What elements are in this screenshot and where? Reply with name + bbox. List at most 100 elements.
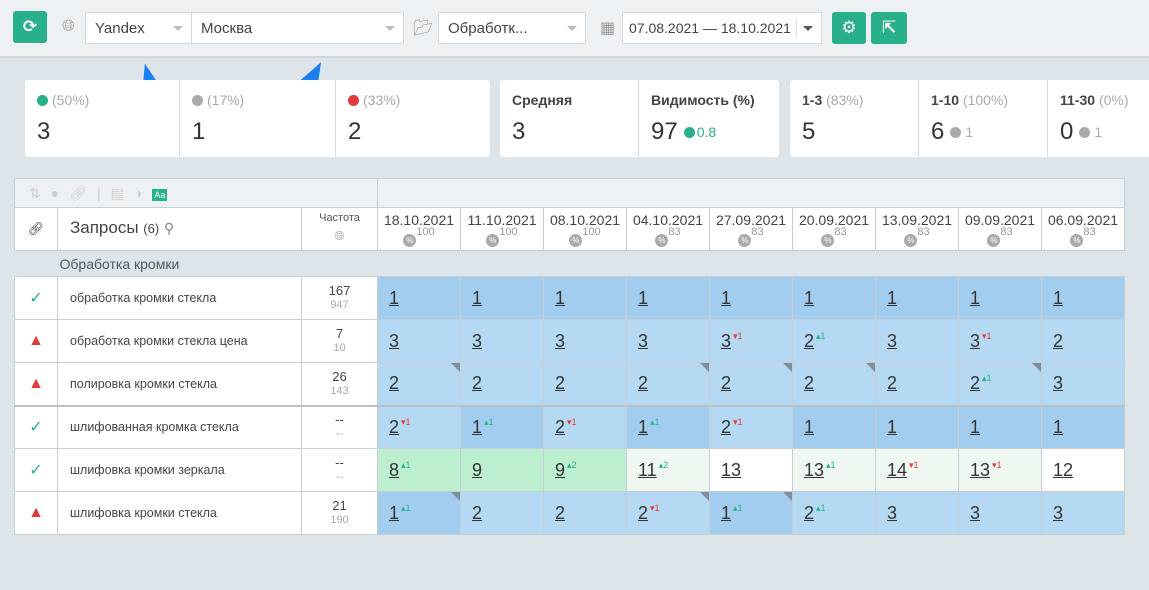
position-link[interactable]: 14	[887, 460, 907, 480]
query-cell[interactable]: обработка кромки стекла	[57, 276, 302, 320]
position-link[interactable]: 1	[804, 288, 814, 308]
date-column-header[interactable]: 08.10.2021 %100	[543, 207, 627, 251]
date-column-header[interactable]: 27.09.2021 %83	[709, 207, 793, 251]
link-icon[interactable]: 🔗︎	[69, 185, 97, 201]
position-link[interactable]: 2	[804, 503, 814, 523]
position-link[interactable]: 8	[389, 460, 399, 480]
position-link[interactable]: 1	[389, 503, 399, 523]
position-link[interactable]: 1	[804, 417, 814, 437]
status-cell: ▲	[14, 362, 58, 406]
position-link[interactable]: 1	[721, 503, 731, 523]
query-cell[interactable]: обработка кромки стекла цена	[57, 319, 302, 363]
note-marker[interactable]	[1032, 363, 1041, 372]
position-link[interactable]: 9	[555, 460, 565, 480]
position-link[interactable]: 1	[472, 288, 482, 308]
position-link[interactable]: 3	[638, 331, 648, 351]
position-link[interactable]: 2	[638, 503, 648, 523]
position-link[interactable]: 3	[472, 331, 482, 351]
position-link[interactable]: 2	[472, 373, 482, 393]
position-link[interactable]: 1	[1053, 417, 1063, 437]
frequency-exact: 190	[330, 514, 349, 526]
note-marker[interactable]	[783, 492, 792, 501]
position-link[interactable]: 2	[389, 417, 399, 437]
position-link[interactable]: 2	[970, 373, 980, 393]
sort-icon[interactable]: ⇅	[29, 185, 51, 201]
position-link[interactable]: 3	[887, 503, 897, 523]
position-link[interactable]: 3	[1053, 373, 1063, 393]
position-link[interactable]: 2	[721, 373, 731, 393]
note-marker[interactable]	[451, 492, 460, 501]
position-cell: 9	[460, 448, 544, 492]
position-link[interactable]: 2	[721, 417, 731, 437]
position-link[interactable]: 1	[472, 417, 482, 437]
queries-header[interactable]: Запросы (6) ⚲	[57, 207, 302, 251]
note-marker[interactable]	[700, 492, 709, 501]
position-link[interactable]: 1	[970, 417, 980, 437]
date-column-header[interactable]: 06.09.2021 %83	[1041, 207, 1125, 251]
minus-circle-icon	[192, 95, 203, 106]
position-link[interactable]: 1	[389, 288, 399, 308]
position-cell: 2	[460, 362, 544, 406]
position-link[interactable]: 3	[721, 331, 731, 351]
date-column-header[interactable]: 18.10.2021 %100	[377, 207, 461, 251]
query-cell[interactable]: шлифовка кромки зеркала	[57, 448, 302, 492]
date-column-header[interactable]: 13.09.2021 %83	[875, 207, 959, 251]
position-link[interactable]: 1	[970, 288, 980, 308]
position-link[interactable]: 13	[970, 460, 990, 480]
note-marker[interactable]	[866, 363, 875, 372]
position-link[interactable]: 2	[555, 373, 565, 393]
position-link[interactable]: 2	[638, 373, 648, 393]
date-column-header[interactable]: 09.09.2021 %83	[958, 207, 1042, 251]
note-marker[interactable]	[700, 363, 709, 372]
calculator-icon[interactable]: ▤	[111, 185, 134, 201]
position-link[interactable]: 3	[1053, 503, 1063, 523]
position-link[interactable]: 2	[1053, 331, 1063, 351]
position-link[interactable]: 2	[555, 417, 565, 437]
position-link[interactable]: 1	[887, 288, 897, 308]
position-link[interactable]: 1	[721, 288, 731, 308]
query-cell[interactable]: шлифованная кромка стекла	[57, 404, 302, 449]
date-column-header[interactable]: 04.10.2021 %83	[626, 207, 710, 251]
position-link[interactable]: 3	[389, 331, 399, 351]
position-cell: 2	[626, 362, 710, 406]
search-icon[interactable]: ⚲	[164, 220, 174, 236]
percent-icon: %	[821, 234, 835, 247]
position-link[interactable]: 13	[721, 460, 741, 480]
position-link[interactable]: 9	[472, 460, 482, 480]
position-link[interactable]: 3	[970, 331, 980, 351]
date-column-header[interactable]: 11.10.2021 %100	[460, 207, 544, 251]
position-cell: 3	[377, 319, 461, 363]
query-cell[interactable]: полировка кромки стекла	[57, 362, 302, 406]
query-cell[interactable]: шлифовка кромки стекла	[57, 491, 302, 535]
position-link[interactable]: 2	[555, 503, 565, 523]
frequency-exact: --	[335, 471, 344, 483]
position-link[interactable]: 12	[1053, 460, 1073, 480]
stat-value: 2	[348, 118, 362, 145]
position-link[interactable]: 2	[804, 331, 814, 351]
position-link[interactable]: 13	[804, 460, 824, 480]
position-link[interactable]: 11	[638, 460, 657, 480]
position-link[interactable]: 3	[555, 331, 565, 351]
note-marker[interactable]	[783, 363, 792, 372]
position-cell: 1	[958, 404, 1042, 449]
position-link[interactable]: 2	[389, 373, 399, 393]
link-column-header[interactable]: 🔗︎	[14, 207, 58, 251]
position-link[interactable]: 1	[1053, 288, 1063, 308]
position-link[interactable]: 2	[804, 373, 814, 393]
position-link[interactable]: 3	[970, 503, 980, 523]
contrast-icon[interactable]: ◑	[134, 185, 152, 201]
position-cell: 2	[377, 362, 461, 406]
note-marker[interactable]	[451, 363, 460, 372]
position-link[interactable]: 1	[638, 288, 648, 308]
position-link[interactable]: 2	[887, 373, 897, 393]
position-link[interactable]: 1	[555, 288, 565, 308]
position-link[interactable]: 1	[887, 417, 897, 437]
font-icon[interactable]: Aa	[152, 188, 168, 201]
toggle-icon[interactable]: ●	[51, 185, 69, 201]
position-link[interactable]: 2	[472, 503, 482, 523]
position-link[interactable]: 1	[638, 417, 648, 437]
top-label: 1-3	[802, 92, 823, 108]
position-link[interactable]: 3	[887, 331, 897, 351]
frequency-header[interactable]: Частота 🌐︎	[301, 207, 378, 251]
date-column-header[interactable]: 20.09.2021 %83	[792, 207, 876, 251]
